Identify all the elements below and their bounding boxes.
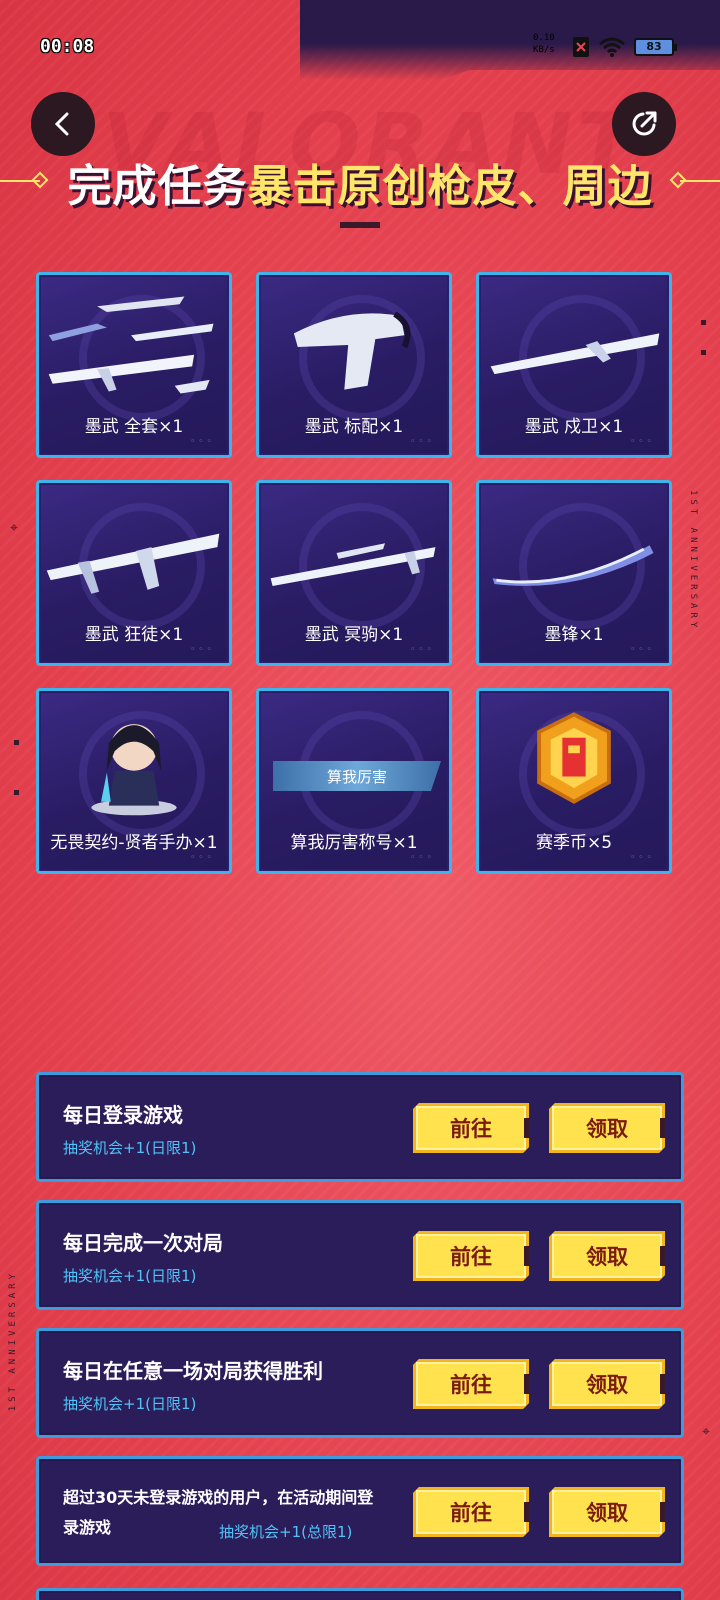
reward-card: 墨武 全套×1 ◦◦◦ — [36, 272, 232, 458]
reward-label: 墨锋×1 — [544, 625, 604, 645]
back-button[interactable] — [31, 92, 95, 156]
reward-label: 墨武 冥驹×1 — [304, 625, 404, 645]
decor-dots: ◦◦◦ — [410, 853, 435, 863]
decor-dots: ◦◦◦ — [190, 645, 215, 655]
decor-dots: ◦◦◦ — [630, 645, 655, 655]
task-row-partial — [36, 1588, 684, 1600]
title-underline — [340, 222, 380, 228]
decor-dots: ◦◦◦ — [190, 437, 215, 447]
figure-icon — [91, 724, 177, 816]
decor-dots: ◦◦◦ — [630, 437, 655, 447]
reward-label: 墨武 狂徒×1 — [84, 625, 184, 645]
reward-card: 墨武 标配×1 ◦◦◦ — [256, 272, 452, 458]
claim-button[interactable]: 领取 — [549, 1231, 665, 1281]
reward-label: 无畏契约-贤者手办×1 — [50, 833, 218, 853]
task-name: 每日完成一次对局 — [63, 1231, 223, 1255]
reward-label: 墨武 戍卫×1 — [524, 417, 624, 437]
reward-card: 墨锋×1 ◦◦◦ — [476, 480, 672, 666]
claim-button[interactable]: 领取 — [549, 1359, 665, 1409]
reward-card: 墨武 戍卫×1 ◦◦◦ — [476, 272, 672, 458]
chevron-left-icon — [54, 112, 69, 136]
crosshair-icon: ⌖ — [702, 1424, 710, 1440]
reward-label: 赛季币×5 — [535, 833, 613, 853]
task-row: 每日在任意一场对局获得胜利 抽奖机会+1(日限1) 前往 领取 — [36, 1328, 684, 1438]
rifle-icon — [46, 533, 220, 594]
task-row: 每日登录游戏 抽奖机会+1(日限1) 前往 领取 — [36, 1072, 684, 1182]
wifi-icon — [598, 36, 626, 62]
title-badge-icon: 算我厉害 — [273, 761, 441, 791]
no-sim-icon — [572, 36, 590, 62]
decor-dots: ◦◦◦ — [410, 437, 435, 447]
decor-dots: ◦◦◦ — [190, 853, 215, 863]
reward-card: 无畏契约-贤者手办×1 ◦◦◦ — [36, 688, 232, 874]
battery-indicator: 83 — [634, 38, 677, 56]
decor-dot — [701, 350, 706, 355]
go-button[interactable]: 前往 — [413, 1103, 529, 1153]
pistol-icon — [293, 311, 411, 390]
task-row: 每日完成一次对局 抽奖机会+1(日限1) 前往 领取 — [36, 1200, 684, 1310]
reward-card: 墨武 冥驹×1 ◦◦◦ — [256, 480, 452, 666]
sniper-icon — [270, 543, 436, 586]
coin-icon — [537, 712, 611, 804]
go-button[interactable]: 前往 — [413, 1359, 529, 1409]
weapon-set-icon — [48, 296, 214, 394]
side-text-right: 1ST ANNIVERSARY — [688, 490, 698, 632]
status-bar: 00:08 0.10 KB/s 83 — [0, 0, 720, 80]
decor-dot — [14, 790, 19, 795]
decor-dots: ◦◦◦ — [630, 853, 655, 863]
decor-dots: ◦◦◦ — [410, 645, 435, 655]
go-button[interactable]: 前往 — [413, 1487, 529, 1537]
task-reward: 抽奖机会+1(总限1) — [219, 1523, 353, 1541]
rifle-icon — [490, 333, 660, 375]
go-button[interactable]: 前往 — [413, 1231, 529, 1281]
task-reward: 抽奖机会+1(日限1) — [63, 1267, 197, 1285]
knife-icon — [492, 545, 654, 586]
reward-card: 算我厉害 算我厉害称号×1 ◦◦◦ — [256, 688, 452, 874]
task-name: 每日在任意一场对局获得胜利 — [63, 1359, 323, 1383]
task-row: 超过30天未登录游戏的用户，在活动期间登录游戏 抽奖机会+1(总限1) 前往 领… — [36, 1456, 684, 1566]
decor-dot — [14, 740, 19, 745]
page-title: 完成任务暴击原创枪皮、周边 — [67, 161, 653, 212]
task-reward: 抽奖机会+1(日限1) — [63, 1395, 197, 1413]
claim-button[interactable]: 领取 — [549, 1487, 665, 1537]
reward-label: 算我厉害称号×1 — [290, 833, 418, 853]
share-icon — [632, 111, 657, 136]
reward-label: 墨武 全套×1 — [84, 417, 184, 437]
reward-card: 赛季币×5 ◦◦◦ — [476, 688, 672, 874]
clock: 00:08 — [40, 36, 95, 57]
crosshair-icon: ⌖ — [10, 520, 18, 536]
decor-dot — [701, 320, 706, 325]
network-speed: 0.10 KB/s — [533, 33, 555, 55]
share-button[interactable] — [612, 92, 676, 156]
task-name: 每日登录游戏 — [63, 1103, 183, 1127]
task-reward: 抽奖机会+1(日限1) — [63, 1139, 197, 1157]
claim-button[interactable]: 领取 — [549, 1103, 665, 1153]
reward-card: 墨武 狂徒×1 ◦◦◦ — [36, 480, 232, 666]
reward-label: 墨武 标配×1 — [304, 417, 404, 437]
side-text-left: 1ST ANNIVERSARY — [8, 1270, 18, 1412]
